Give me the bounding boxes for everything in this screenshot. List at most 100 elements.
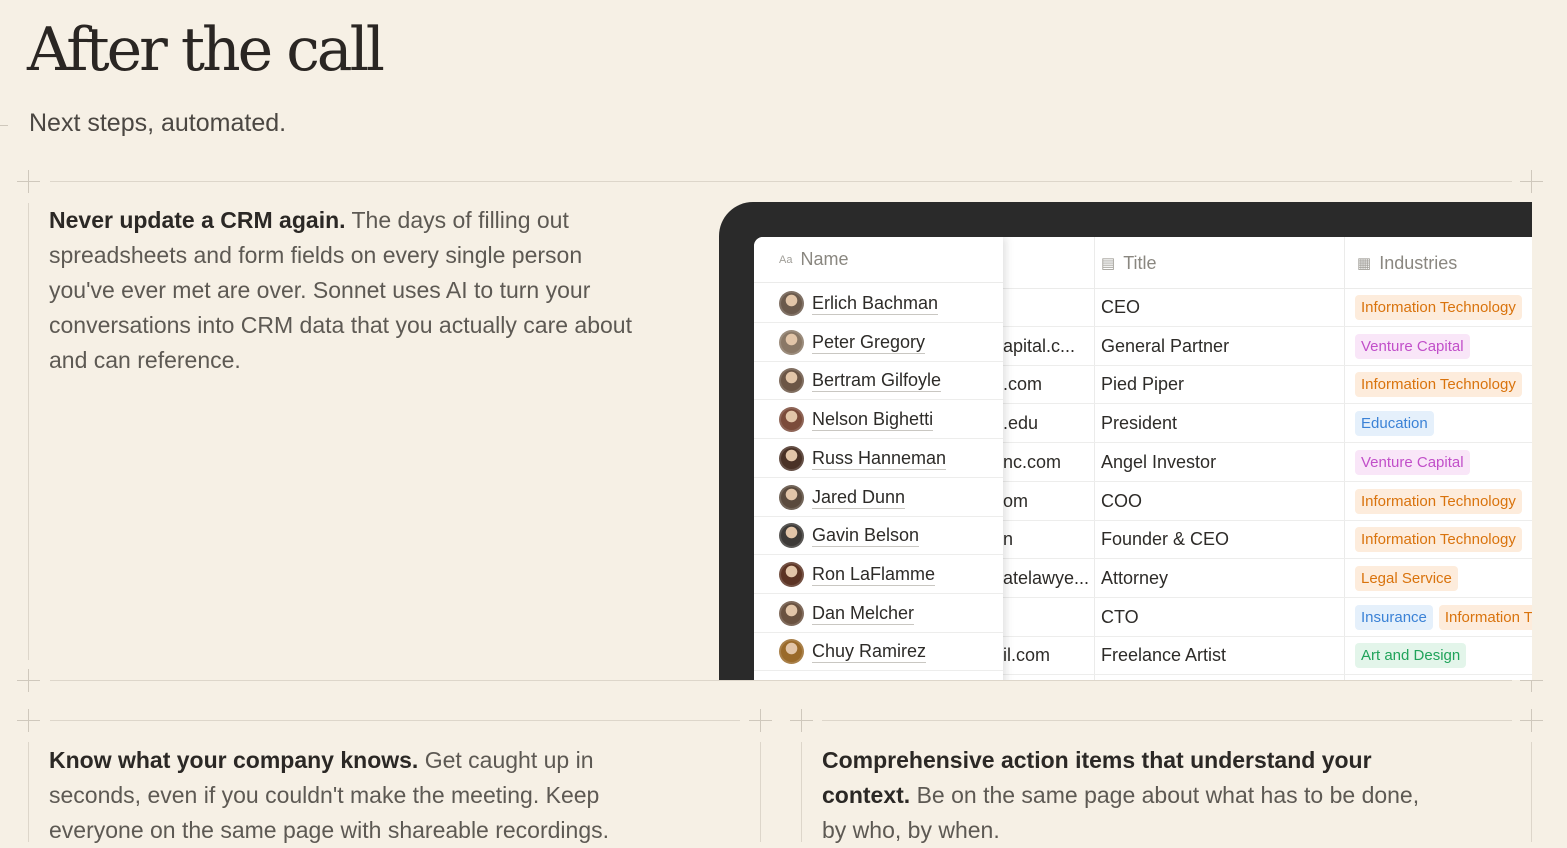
avatar (779, 484, 804, 510)
cell-industries[interactable]: Information Technology (1351, 520, 1532, 558)
cell-industries[interactable]: Information Technology (1351, 288, 1532, 326)
plus-marker-icon (1520, 709, 1543, 732)
table-row-name[interactable]: Erlich Bachman (754, 284, 1003, 323)
person-name-link[interactable]: Jared Dunn (812, 486, 906, 509)
table-row-name[interactable]: Bertram Gilfoyle (754, 361, 1003, 400)
industry-tag: Education (1355, 410, 1434, 436)
table-row[interactable]: atelawye... Attorney Legal Service (1003, 559, 1532, 598)
cell-email[interactable] (1003, 598, 1095, 636)
cell-email[interactable]: il.com (1003, 636, 1095, 674)
table-row[interactable]: om COO Information Technology (1003, 482, 1532, 521)
column-header-title-label: Title (1123, 252, 1157, 273)
cell-email[interactable]: nc.com (1003, 443, 1095, 481)
plus-marker-icon (749, 709, 772, 732)
table-row-name[interactable]: Chuy Ramirez (754, 632, 1003, 671)
industry-tag: Legal Service (1355, 565, 1458, 591)
cell-title[interactable]: CTO (1101, 598, 1349, 636)
table-row[interactable]: CTO Insurance Information T (1003, 598, 1532, 637)
avatar (779, 600, 804, 626)
person-name-link[interactable]: Chuy Ramirez (812, 640, 927, 663)
column-header-industries[interactable]: ▦ Industries (1351, 237, 1457, 289)
plus-marker-icon (1520, 170, 1543, 193)
column-header-name[interactable]: Aa Name (754, 237, 1003, 283)
text-property-icon: Aa (779, 253, 793, 266)
cell-industries[interactable]: Education (1351, 404, 1532, 442)
person-name-link[interactable]: Gavin Belson (812, 524, 920, 547)
person-name-link[interactable]: Peter Gregory (812, 331, 926, 354)
person-name-link[interactable]: Bertram Gilfoyle (812, 369, 942, 392)
table-row-name[interactable]: Jared Dunn (754, 478, 1003, 517)
cell-title[interactable]: Attorney (1101, 559, 1349, 597)
cell-email[interactable]: atelawye... (1003, 559, 1095, 597)
cell-title[interactable]: Freelance Artist (1101, 636, 1349, 674)
cell-email[interactable]: .com (1003, 365, 1095, 403)
cell-industries[interactable]: Venture Capital (1351, 443, 1532, 481)
cell-title[interactable]: CEO (1101, 288, 1349, 326)
cell-industries[interactable]: Art and Design (1351, 636, 1532, 674)
column-header-industries-label: Industries (1379, 252, 1458, 273)
divider-line (50, 181, 1512, 182)
cell-title[interactable]: President (1101, 404, 1349, 442)
divider-line (822, 720, 1512, 721)
id-card-icon: ▤ (1101, 255, 1116, 272)
industry-tag: Information Technology (1355, 371, 1522, 397)
cell-email[interactable]: n (1003, 520, 1095, 558)
person-name-link[interactable]: Ron LaFlamme (812, 563, 936, 586)
cell-title[interactable]: General Partner (1101, 327, 1349, 365)
column-header-name-label: Name (800, 249, 849, 269)
cell-title[interactable]: COO (1101, 482, 1349, 520)
building-icon: ▦ (1357, 255, 1372, 272)
industry-tag: Information Technology (1355, 294, 1522, 320)
table-row-name[interactable]: Ron LaFlamme (754, 555, 1003, 594)
table-row[interactable]: .edu President Education (1003, 404, 1532, 443)
cell-industries[interactable]: Venture Capital (1351, 327, 1532, 365)
table-row[interactable]: CEO Information Technology (1003, 288, 1532, 327)
cell-title[interactable]: Founder & CEO (1101, 520, 1349, 558)
cell-email[interactable] (1003, 288, 1095, 326)
table-row-name[interactable]: Dan Melcher (754, 594, 1003, 633)
avatar (779, 367, 804, 393)
plus-marker-icon (17, 669, 40, 692)
person-name-link[interactable]: Nelson Bighetti (812, 408, 934, 431)
column-header-title[interactable]: ▤ Title ▦ Industries (1003, 237, 1532, 289)
industry-tag: Information T (1438, 604, 1532, 630)
cell-industries[interactable]: Information Technology (1351, 365, 1532, 403)
person-name-link[interactable]: Russ Hanneman (812, 447, 947, 470)
feature-crm: Never update a CRM again. The days of fi… (49, 203, 649, 378)
table-row-name[interactable]: Russ Hanneman (754, 439, 1003, 478)
industry-tag: Venture Capital (1355, 333, 1470, 359)
table-row-name[interactable]: Gavin Belson (754, 516, 1003, 555)
industry-tag: Art and Design (1355, 642, 1467, 668)
crm-table-screen: ▤ Title ▦ Industries CEO Information Tech… (754, 237, 1532, 680)
avatar (779, 290, 804, 316)
cell-title[interactable]: Angel Investor (1101, 443, 1349, 481)
cell-industries[interactable]: Insurance Information T (1351, 598, 1532, 636)
avatar (779, 522, 804, 548)
table-row[interactable]: apital.c... General Partner Venture Capita… (1003, 327, 1532, 366)
avatar (779, 445, 804, 471)
table-row[interactable]: .com Pied Piper Information Technology (1003, 365, 1532, 404)
avatar (779, 561, 804, 587)
cell-email[interactable]: apital.c... (1003, 327, 1095, 365)
cell-email[interactable]: .edu (1003, 404, 1095, 442)
avatar (779, 406, 804, 432)
cell-title[interactable]: Pied Piper (1101, 365, 1349, 403)
table-row[interactable]: nc.com Angel Investor Venture Capital (1003, 443, 1532, 482)
plus-marker-icon (790, 709, 813, 732)
divider-line (28, 742, 29, 842)
cell-industries[interactable]: Legal Service (1351, 559, 1532, 597)
person-name-link[interactable]: Dan Melcher (812, 602, 915, 625)
cell-industries[interactable]: Information Technology (1351, 482, 1532, 520)
industry-tag: Venture Capital (1355, 449, 1470, 475)
table-row[interactable]: n Founder & CEO Information Technology (1003, 520, 1532, 559)
table-row[interactable]: il.com Freelance Artist Art and Design (1003, 636, 1532, 675)
cell-email[interactable]: om (1003, 482, 1095, 520)
feature-company-heading: Know what your company knows. (49, 747, 419, 773)
feature-actions: Comprehensive action items that understa… (822, 743, 1422, 848)
person-name-link[interactable]: Erlich Bachman (812, 292, 939, 315)
divider-line (1531, 742, 1532, 842)
industry-tag: Information Technology (1355, 488, 1522, 514)
page-subtitle: Next steps, automated. (29, 109, 287, 137)
table-row-name[interactable]: Peter Gregory (754, 323, 1003, 362)
table-row-name[interactable]: Nelson Bighetti (754, 400, 1003, 439)
